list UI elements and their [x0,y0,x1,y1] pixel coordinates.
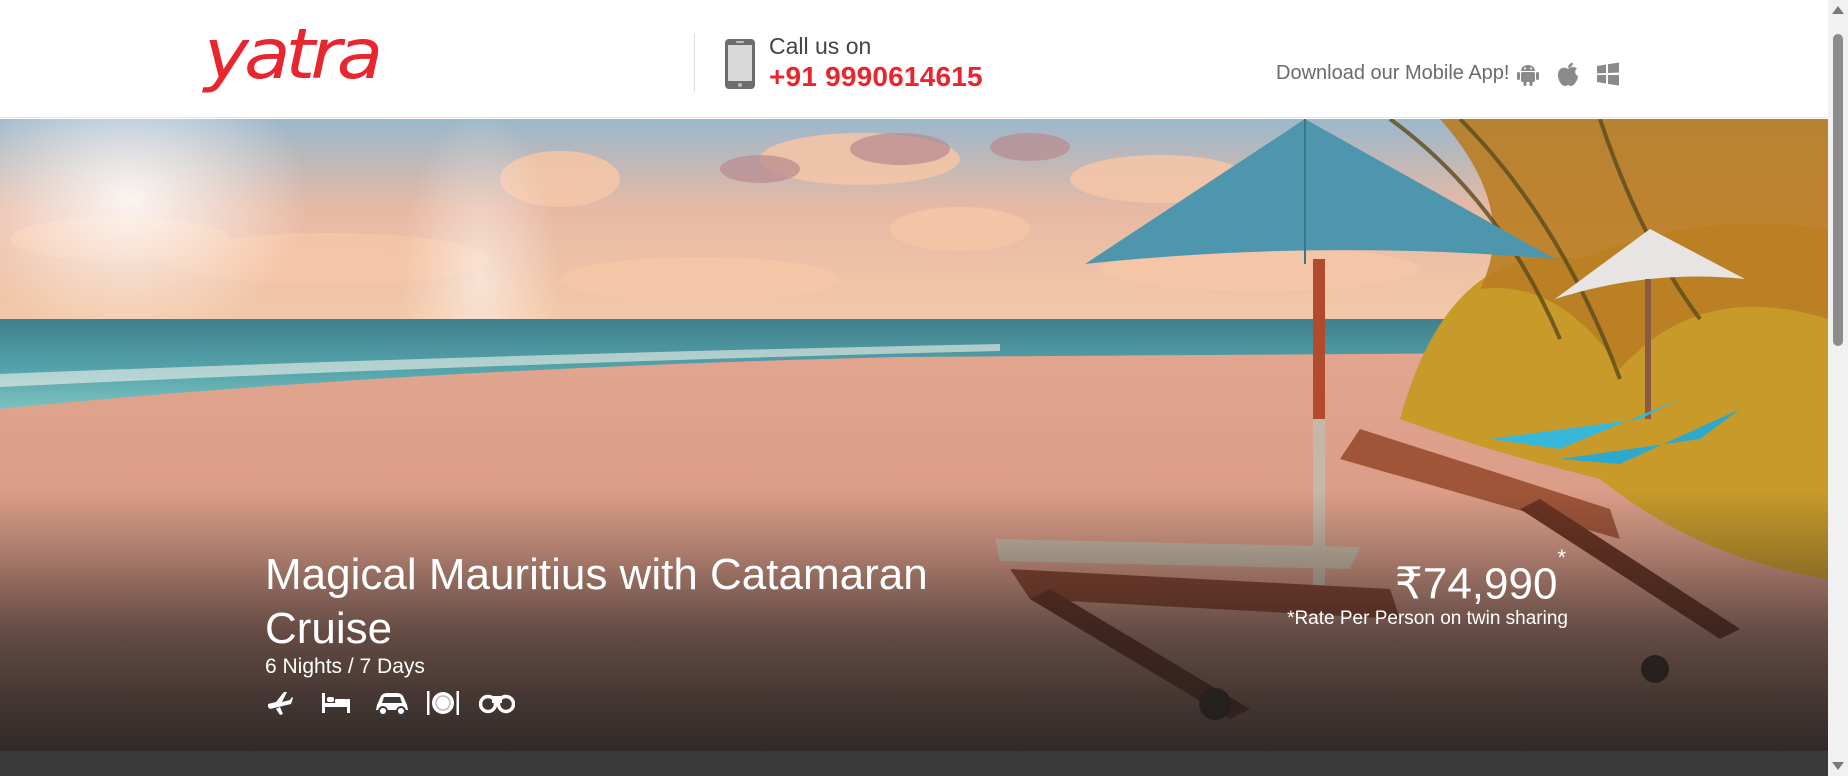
scroll-thumb[interactable] [1833,34,1843,346]
price-asterisk: * [1557,545,1566,570]
car-transfer-icon [376,693,408,716]
scroll-up-arrow-icon[interactable] [1832,6,1844,14]
page-scrollbar[interactable] [1828,0,1848,776]
yatra-logo[interactable]: yatra [204,8,400,100]
flight-icon [268,692,293,715]
package-duration: 6 Nights / 7 Days [265,655,425,678]
price-value: ₹74,990 [1394,559,1558,609]
hero-banner: Magical Mauritius with Catamaran Cruise … [0,119,1828,751]
scroll-down-arrow-icon[interactable] [1832,762,1844,770]
call-us-label: Call us on [769,33,872,59]
windows-icon[interactable] [1594,60,1622,88]
android-icon[interactable] [1514,60,1542,88]
hotel-bed-icon [322,693,350,713]
mobile-phone-icon [725,39,755,89]
call-number-link[interactable]: +91 9990614615 [769,60,983,94]
download-app-label: Download our Mobile App! [1276,62,1510,84]
header-divider [694,34,695,92]
bottom-bar [0,751,1828,776]
sightseeing-binoculars-icon [479,694,515,714]
apple-icon[interactable] [1554,60,1582,88]
meals-icon [427,691,459,715]
logo-text: yatra [204,12,383,95]
price-note: *Rate Per Person on twin sharing [1287,608,1568,629]
package-title: Magical Mauritius with Catamaran Cruise [265,550,928,653]
package-price: ₹74,990* [1394,545,1566,612]
site-header: yatra Call us on +91 9990614615 Download… [0,0,1828,118]
